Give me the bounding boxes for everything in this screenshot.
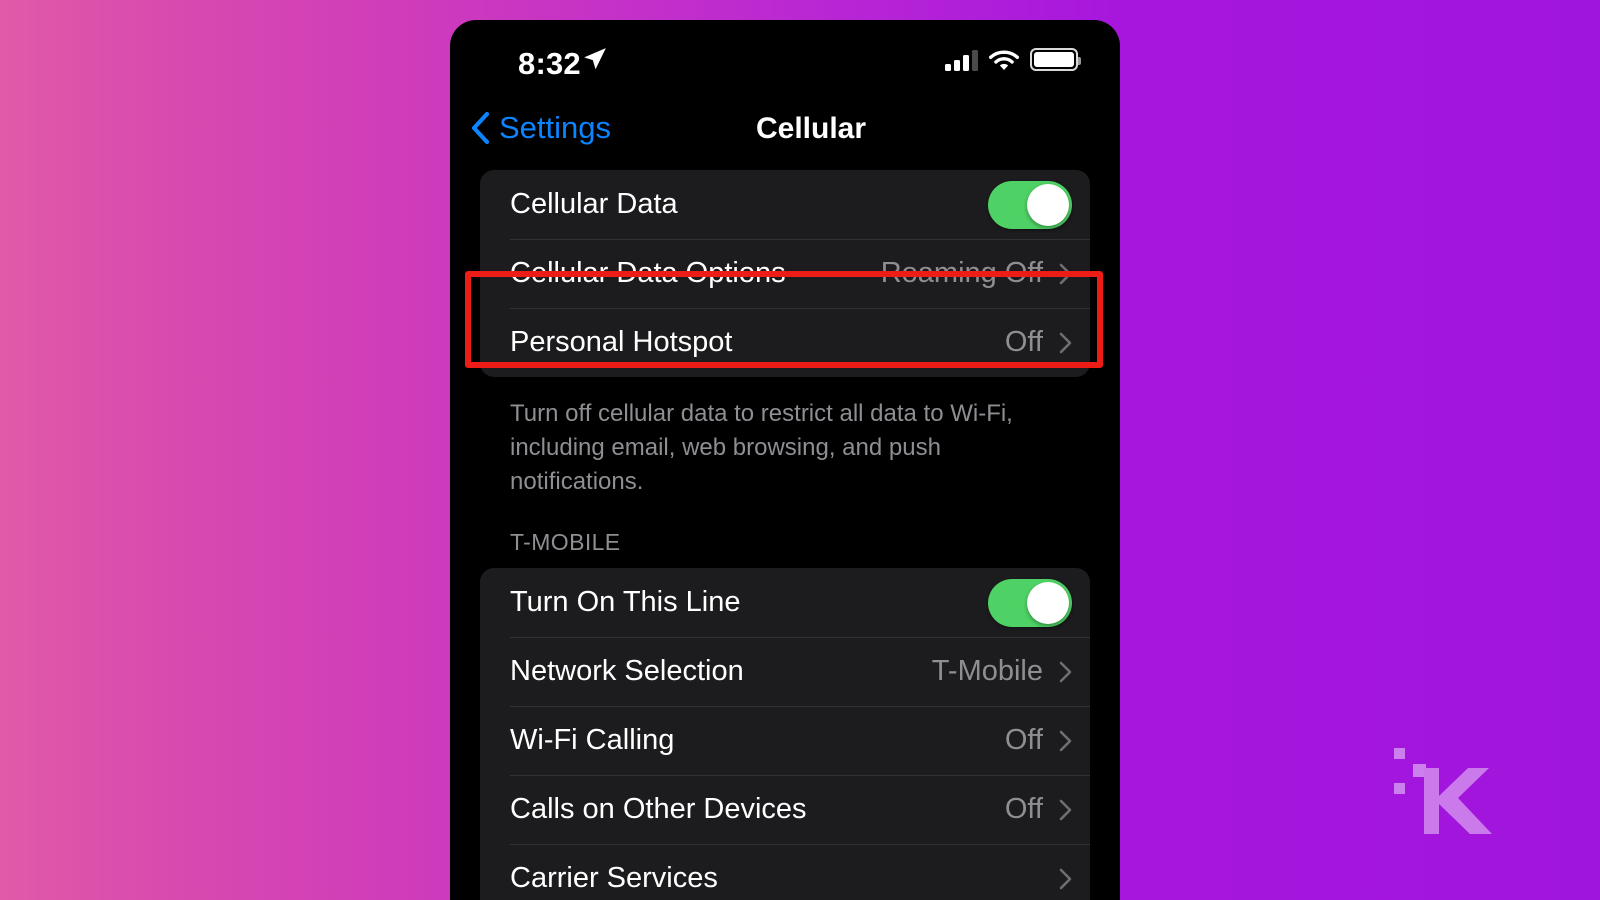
k-logo-watermark [1394,748,1492,834]
row-label: Personal Hotspot [510,326,733,358]
row-label: Cellular Data Options [510,257,786,289]
status-bar-time: 8:32 [518,46,581,81]
cellular-data-footnote: Turn off cellular data to restrict all d… [510,400,1013,496]
row-wifi-calling[interactable]: Wi-Fi Calling Off [480,706,1090,775]
row-label: Carrier Services [510,862,718,895]
settings-content: Cellular Data Cellular Data Options Roam… [450,170,1120,900]
navigation-bar: Settings Cellular [450,98,1120,170]
row-carrier-services[interactable]: Carrier Services [480,844,1090,900]
carrier-section-header: T-MOBILE [510,529,621,556]
screenshot-stage: 8:32 Settings Cellular Cellular Data Cel… [0,0,1600,900]
status-bar-indicators [945,48,1081,71]
row-value: T-Mobile [931,655,1043,688]
row-label: Calls on Other Devices [510,793,807,826]
chevron-right-icon [1059,661,1072,683]
row-cellular-data-options[interactable]: Cellular Data Options Roaming Off [480,239,1090,308]
row-turn-on-this-line[interactable]: Turn On This Line [480,568,1090,637]
row-cellular-data[interactable]: Cellular Data [480,170,1090,239]
location-arrow-icon [584,48,606,70]
row-personal-hotspot[interactable]: Personal Hotspot Off [480,308,1090,377]
row-value: Roaming Off [880,257,1043,289]
chevron-right-icon [1059,730,1072,752]
row-value: Off [1004,793,1043,826]
wifi-icon [989,50,1019,70]
cellular-data-toggle[interactable] [988,180,1072,229]
turn-on-line-toggle[interactable] [988,578,1072,627]
chevron-right-icon [1059,799,1072,821]
row-value: Off [1004,724,1043,757]
row-label: Network Selection [510,655,744,688]
cellular-data-section: Cellular Data Cellular Data Options Roam… [480,170,1090,377]
chevron-right-icon [1059,868,1072,890]
row-calls-on-other-devices[interactable]: Calls on Other Devices Off [480,775,1090,844]
status-bar: 8:32 [450,20,1120,98]
row-value: Off [1004,326,1043,358]
row-network-selection[interactable]: Network Selection T-Mobile [480,637,1090,706]
chevron-right-icon [1059,263,1072,284]
row-label: Cellular Data [510,188,678,220]
chevron-right-icon [1059,332,1072,353]
cellular-signal-icon [945,49,978,71]
row-label: Wi-Fi Calling [510,724,675,757]
page-title: Cellular [755,112,867,145]
carrier-section: Turn On This Line Network Selection T-Mo… [480,568,1090,900]
iphone-screen: 8:32 Settings Cellular Cellular Data Cel… [450,20,1120,900]
battery-full-icon [1030,48,1081,71]
row-label: Turn On This Line [510,586,741,619]
